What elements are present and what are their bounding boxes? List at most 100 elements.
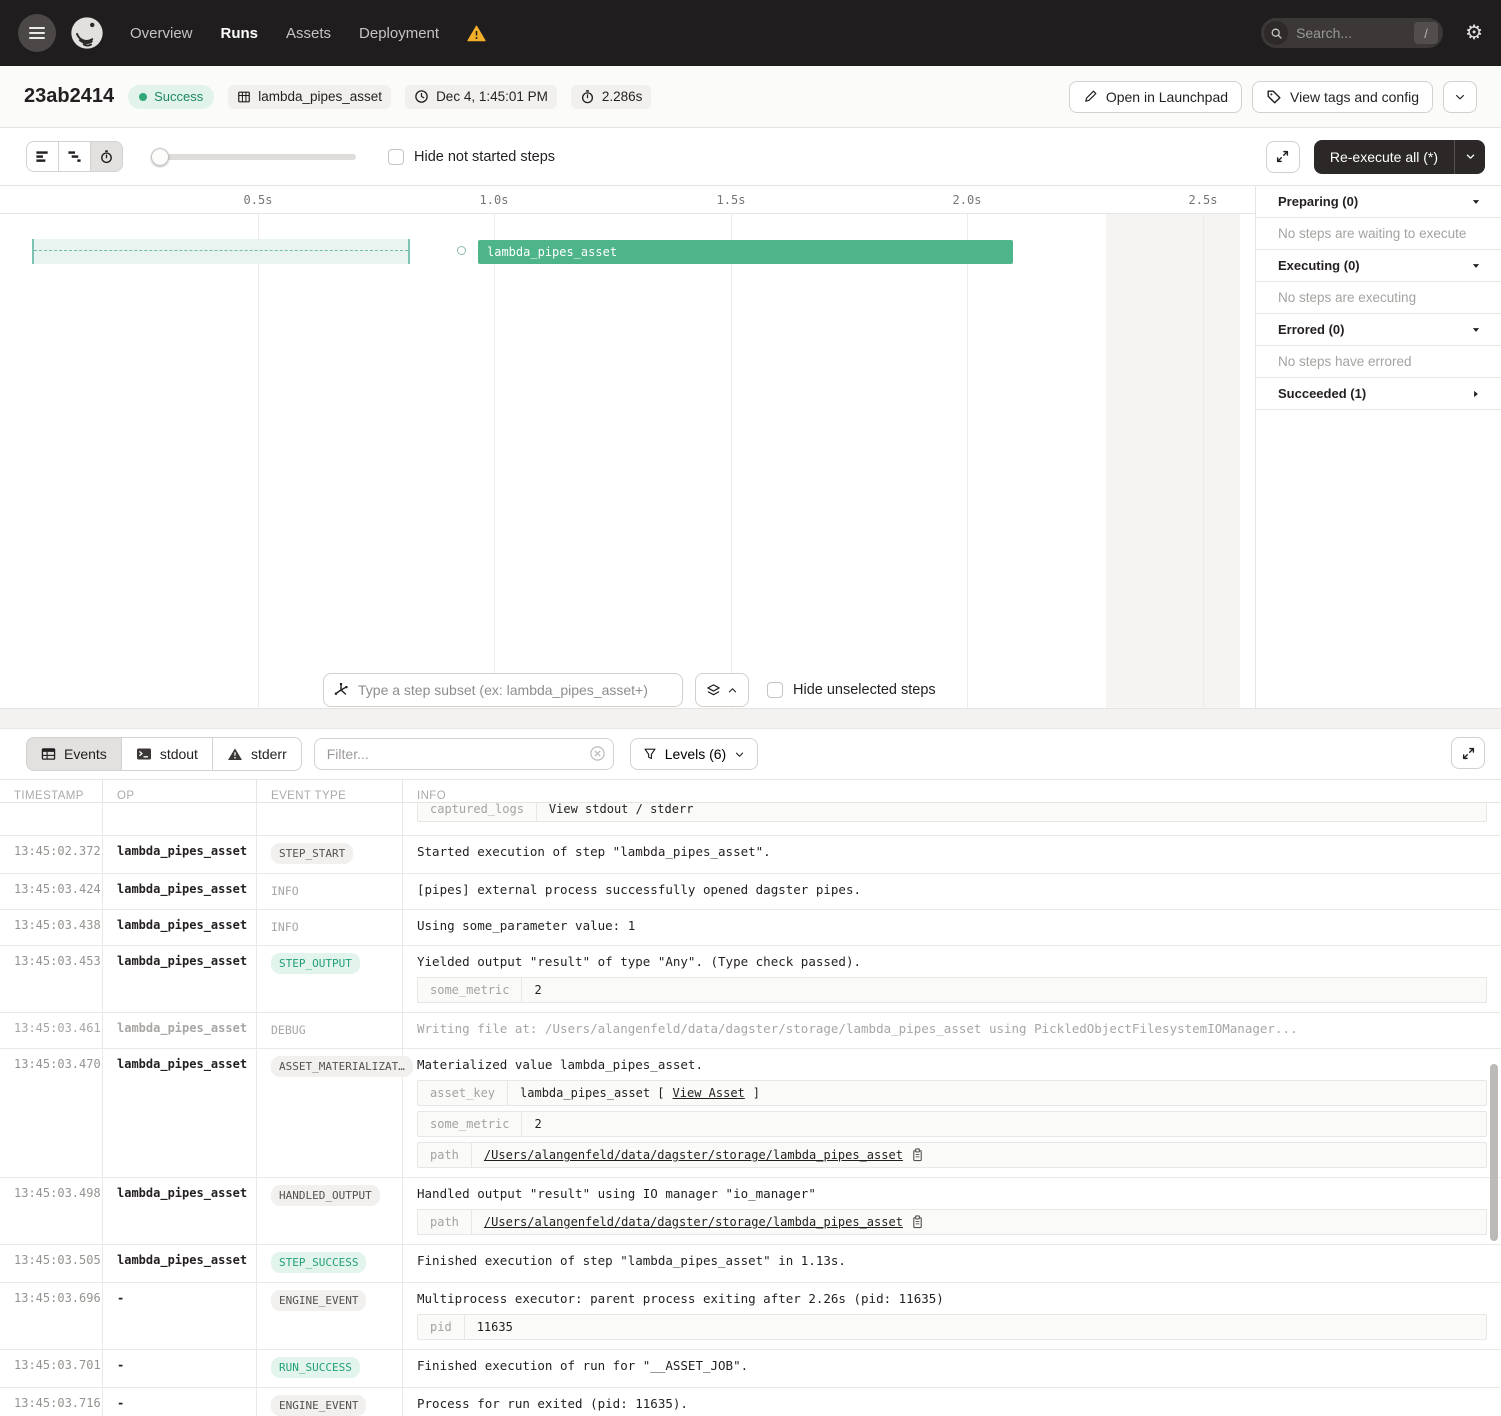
step-panel-section-header[interactable]: Succeeded (1) <box>1256 378 1501 410</box>
view-tags-config-button[interactable]: View tags and config <box>1252 81 1433 113</box>
event-log-row[interactable]: captured_logsView stdout / stderr <box>0 803 1501 836</box>
nav-item-deployment[interactable]: Deployment <box>359 25 439 42</box>
open-in-launchpad-button[interactable]: Open in Launchpad <box>1069 81 1242 113</box>
event-log-row[interactable]: 13:45:03.701-RUN_SUCCESSFinished executi… <box>0 1350 1501 1388</box>
funnel-icon <box>643 747 657 761</box>
hide-unselected-checkbox[interactable] <box>767 682 783 698</box>
chevron-down-icon <box>1454 91 1466 103</box>
event-log-row[interactable]: 13:45:03.716-ENGINE_EVENTProcess for run… <box>0 1388 1501 1416</box>
gantt-zoom-slider[interactable] <box>151 148 356 166</box>
event-op: lambda_pipes_asset <box>103 836 257 873</box>
run-actions-menu-button[interactable] <box>1443 81 1477 113</box>
step-panel-section-title: Errored (0) <box>1278 322 1344 337</box>
levels-filter-button[interactable]: Levels (6) <box>630 738 758 770</box>
event-info: [pipes] external process successfully op… <box>403 874 1501 909</box>
view-mode-timed-button[interactable] <box>90 141 123 172</box>
event-info: Multiprocess executor: parent process ex… <box>403 1283 1501 1349</box>
hide-unselected-label: Hide unselected steps <box>793 682 936 698</box>
caret-right-icon <box>1471 389 1481 399</box>
dagster-logo-icon[interactable] <box>68 14 106 52</box>
copy-button[interactable] <box>911 1215 924 1229</box>
tab-stdout[interactable]: stdout <box>121 737 213 771</box>
event-type-cell: STEP_START <box>257 836 403 873</box>
hamburger-menu-button[interactable] <box>18 14 56 52</box>
waterfall-layout-icon <box>67 149 82 164</box>
re-execute-all-button[interactable]: Re-execute all (*) <box>1314 140 1485 174</box>
search-input[interactable] <box>1296 25 1414 41</box>
copy-button[interactable] <box>911 1148 924 1162</box>
expand-icon <box>1275 149 1290 164</box>
graph-query-options-button[interactable] <box>695 673 749 707</box>
panel-splitter[interactable] <box>0 708 1501 729</box>
event-log-row[interactable]: 13:45:03.453lambda_pipes_assetSTEP_OUTPU… <box>0 946 1501 1013</box>
copy-icon <box>911 1215 924 1229</box>
event-log-row[interactable]: 13:45:03.696-ENGINE_EVENTMultiprocess ex… <box>0 1283 1501 1350</box>
step-waiting-band <box>32 239 410 264</box>
gantt-chart: 0.5s1.0s1.5s2.0s2.5s lambda_pipes_asset <box>0 185 1255 708</box>
nav-item-overview[interactable]: Overview <box>130 25 193 42</box>
search-shortcut-key: / <box>1414 22 1438 44</box>
event-log-row[interactable]: 13:45:03.424lambda_pipes_assetINFO[pipes… <box>0 874 1501 910</box>
event-op: - <box>103 1283 257 1349</box>
event-message: [pipes] external process successfully op… <box>417 882 1487 897</box>
log-view-tabs: Events stdout stderr <box>26 737 302 771</box>
axis-tick-label: 2.0s <box>953 193 982 207</box>
event-log-row[interactable]: 13:45:03.498lambda_pipes_assetHANDLED_OU… <box>0 1178 1501 1245</box>
step-subset-input[interactable] <box>323 673 683 707</box>
duration-tag: 2.286s <box>571 85 652 109</box>
tab-stderr[interactable]: stderr <box>212 737 302 771</box>
step-panel-section-title: Succeeded (1) <box>1278 386 1366 401</box>
event-timestamp: 13:45:03.461 <box>0 1013 103 1048</box>
axis-gridline <box>731 214 732 708</box>
metadata-link[interactable]: /Users/alangenfeld/data/dagster/storage/… <box>484 1148 903 1162</box>
log-scrollbar-thumb[interactable] <box>1490 1064 1498 1241</box>
clear-filter-icon[interactable] <box>589 745 606 762</box>
op-selector-icon <box>333 682 349 698</box>
event-timestamp: 13:45:03.438 <box>0 910 103 945</box>
event-timestamp: 13:45:03.701 <box>0 1350 103 1387</box>
post-run-shaded-region <box>1106 214 1240 708</box>
event-log-row[interactable]: 13:45:02.372lambda_pipes_assetSTEP_START… <box>0 836 1501 874</box>
nav-item-runs[interactable]: Runs <box>221 25 259 42</box>
log-filter-input[interactable] <box>314 738 614 770</box>
step-panel-section-header[interactable]: Executing (0) <box>1256 250 1501 282</box>
log-fullscreen-button[interactable] <box>1451 737 1485 769</box>
gantt-step-bar[interactable]: lambda_pipes_asset <box>478 240 1013 264</box>
event-op: lambda_pipes_asset <box>103 910 257 945</box>
nav-item-assets[interactable]: Assets <box>286 25 331 42</box>
event-timestamp: 13:45:03.505 <box>0 1245 103 1282</box>
event-log-row[interactable]: 13:45:03.461lambda_pipes_assetDEBUGWriti… <box>0 1013 1501 1049</box>
step-panel-section-header[interactable]: Preparing (0) <box>1256 186 1501 218</box>
event-log-row[interactable]: 13:45:03.438lambda_pipes_assetINFOUsing … <box>0 910 1501 946</box>
axis-tick-label: 0.5s <box>244 193 273 207</box>
slider-knob[interactable] <box>151 148 169 166</box>
event-type-cell: HANDLED_OUTPUT <box>257 1178 403 1244</box>
metadata-value: 2 <box>522 1112 1486 1136</box>
event-metadata-table: some_metric2 <box>417 1111 1487 1137</box>
metadata-text: View stdout / stderr <box>549 803 694 816</box>
metadata-text: ] <box>753 1086 760 1100</box>
metadata-link[interactable]: View Asset <box>673 1086 745 1100</box>
re-execute-menu-caret[interactable] <box>1455 140 1485 174</box>
event-log-row[interactable]: 13:45:03.470lambda_pipes_assetASSET_MATE… <box>0 1049 1501 1178</box>
event-type-badge: ASSET_MATERIALIZAT… <box>271 1056 413 1077</box>
hide-not-started-checkbox[interactable] <box>388 149 404 165</box>
gantt-fullscreen-button[interactable] <box>1266 141 1300 173</box>
event-op: lambda_pipes_asset <box>103 874 257 909</box>
column-header-timestamp: TIMESTAMP <box>0 780 103 802</box>
view-mode-flat-button[interactable] <box>26 141 59 172</box>
global-search[interactable]: / <box>1261 18 1443 48</box>
event-message: Writing file at: /Users/alangenfeld/data… <box>417 1021 1487 1036</box>
settings-gear-icon[interactable]: ⚙ <box>1465 23 1483 43</box>
event-log-row[interactable]: 13:45:03.505lambda_pipes_assetSTEP_SUCCE… <box>0 1245 1501 1283</box>
view-mode-waterfall-button[interactable] <box>58 141 91 172</box>
step-dependency-marker-icon <box>457 246 466 255</box>
step-panel-section-header[interactable]: Errored (0) <box>1256 314 1501 346</box>
chevron-down-icon <box>734 749 745 760</box>
column-header-op: OP <box>103 780 257 802</box>
job-tag[interactable]: lambda_pipes_asset <box>228 85 391 109</box>
gantt-toolbar: Hide not started steps Re-execute all (*… <box>0 128 1501 185</box>
tab-events[interactable]: Events <box>26 737 122 771</box>
slider-track[interactable] <box>151 154 356 160</box>
metadata-link[interactable]: /Users/alangenfeld/data/dagster/storage/… <box>484 1215 903 1229</box>
